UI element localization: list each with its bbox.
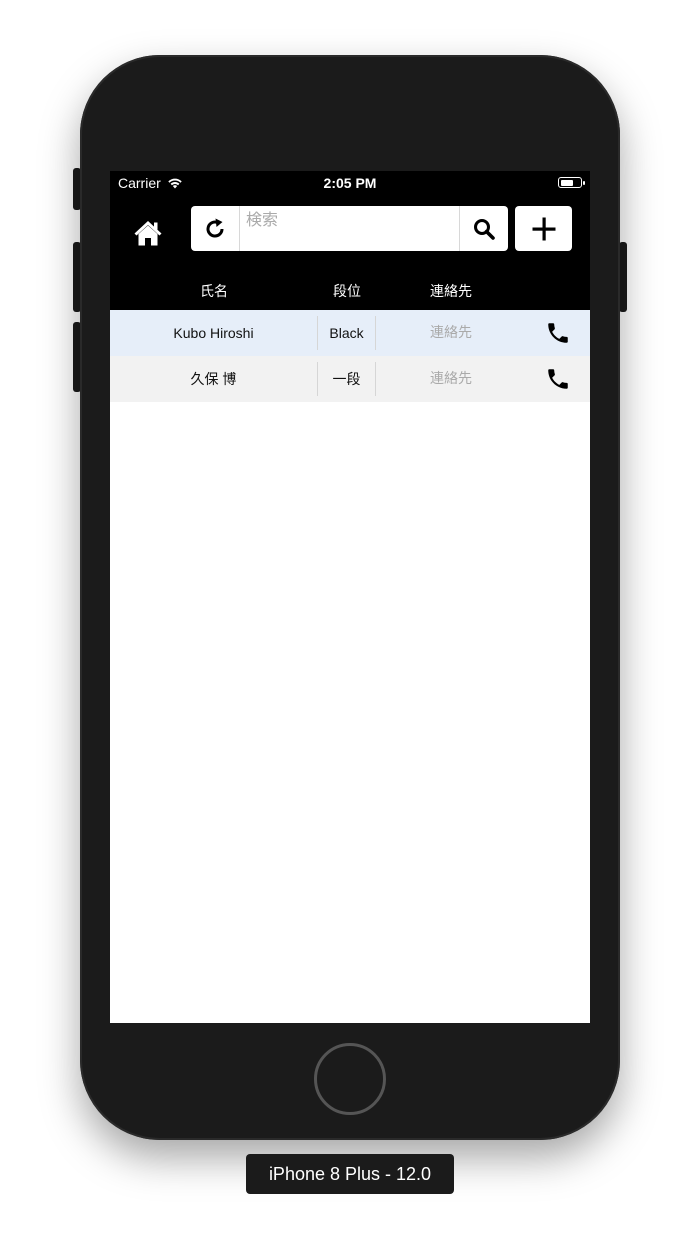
table-row[interactable]: 久保 博 一段 連絡先 [110,356,590,402]
home-icon [134,221,162,246]
device-home-button[interactable] [314,1043,386,1115]
member-list: Kubo Hiroshi Black 連絡先 久保 博 一段 連絡先 [110,310,590,402]
simulator-stage: Carrier 2:05 PM 検索 氏名 段位 連絡先 Kubo Hirosh… [0,0,700,1244]
call-button[interactable] [526,310,590,356]
battery-icon [558,177,585,188]
search-button[interactable] [459,206,508,251]
status-bar: Carrier 2:05 PM [110,171,590,195]
refresh-icon [206,218,224,238]
status-time: 2:05 PM [323,175,377,191]
row-name: 久保 博 [190,371,237,387]
row-name: Kubo Hiroshi [173,325,254,341]
power-button [619,242,627,312]
simulator-device-label: iPhone 8 Plus - 12.0 [246,1154,454,1194]
table-row[interactable]: Kubo Hiroshi Black 連絡先 [110,310,590,356]
plus-icon [532,217,555,240]
add-button[interactable] [515,206,572,251]
search-icon [474,218,495,240]
refresh-button[interactable] [191,206,240,251]
header-rank: 段位 [333,283,361,299]
battery-fill [560,179,574,186]
top-toolbar [110,195,590,265]
search-bar [191,206,508,251]
call-button[interactable] [526,356,590,402]
header-contact: 連絡先 [430,283,472,299]
home-button[interactable] [128,215,168,251]
search-input[interactable] [240,206,459,251]
row-rank: Black [329,325,364,341]
app-screen: Carrier 2:05 PM 検索 氏名 段位 連絡先 Kubo Hirosh… [110,171,590,1023]
table-header: 氏名 段位 連絡先 [110,265,590,310]
phone-icon [548,323,568,343]
phone-icon [548,369,568,389]
row-contact: 連絡先 [430,370,472,386]
row-rank: 一段 [332,371,361,387]
row-contact: 連絡先 [430,324,472,340]
header-name: 氏名 [200,283,228,299]
